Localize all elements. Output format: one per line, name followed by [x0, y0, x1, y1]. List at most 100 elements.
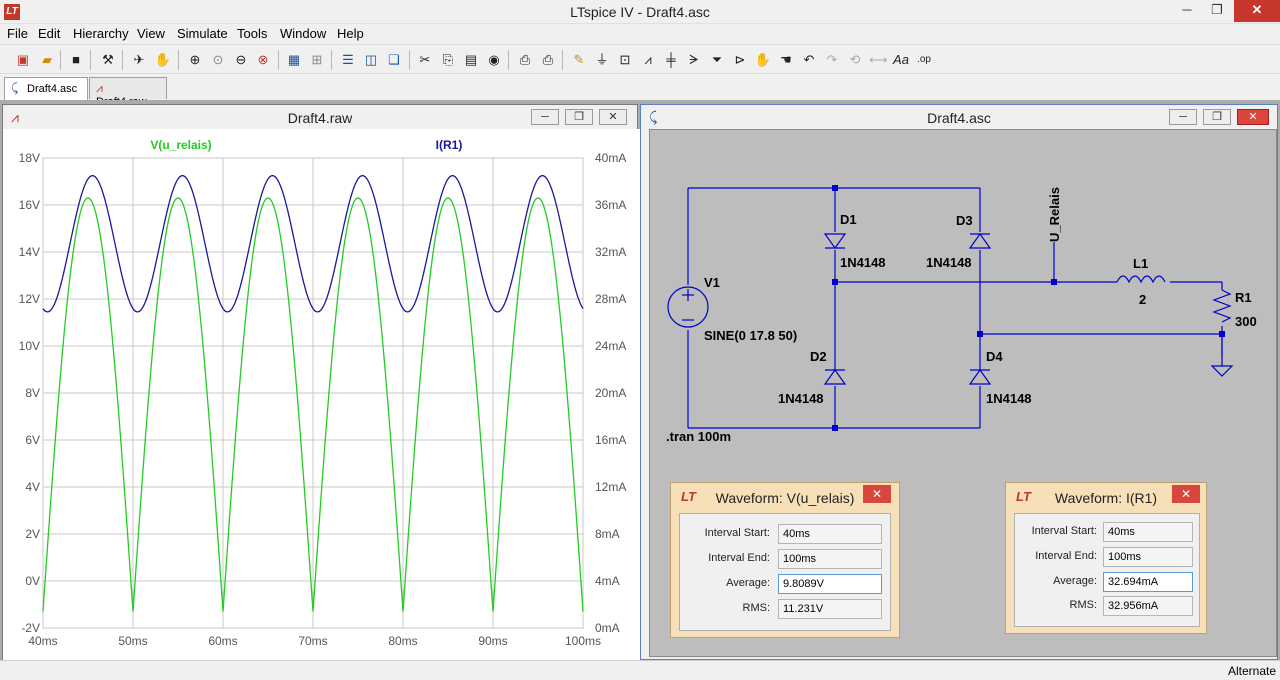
- label-d3-value[interactable]: 1N4148: [926, 255, 972, 270]
- drag-icon[interactable]: ☚: [777, 51, 795, 69]
- trace-label-i-r1[interactable]: I(R1): [436, 138, 463, 152]
- spice-directive-tran[interactable]: .tran 100m: [666, 429, 731, 444]
- paste-icon[interactable]: ▤: [462, 51, 480, 69]
- label-d2-value[interactable]: 1N4148: [778, 391, 824, 406]
- resistor-icon[interactable]: ⩘: [639, 51, 657, 69]
- label-icon[interactable]: ⊡: [616, 51, 634, 69]
- text-icon[interactable]: Aa: [892, 51, 910, 69]
- diode-icon[interactable]: ⏷: [708, 51, 726, 69]
- label-r1-value[interactable]: 300: [1235, 314, 1257, 329]
- zoom-in-icon[interactable]: ⊕: [186, 51, 204, 69]
- grid-icon[interactable]: ⊞: [308, 51, 326, 69]
- toolbar-separator: [278, 50, 279, 70]
- trace-label-v-u-relais[interactable]: V(u_relais): [150, 138, 211, 152]
- child-restore-button[interactable]: ❐: [1203, 109, 1231, 125]
- y-right-tick-label: 36mA: [595, 198, 626, 212]
- waveform-plot[interactable]: 18V 40mA 16V 36mA 14V 32mA 12V 28mA 10V 24mA 8V 20m…: [3, 129, 637, 657]
- inductor-icon[interactable]: ᗒ: [685, 51, 703, 69]
- ground-icon[interactable]: ⏚: [593, 51, 611, 69]
- interval-end-field[interactable]: 100ms: [1103, 547, 1193, 567]
- tile-vertical-icon[interactable]: ◫: [362, 51, 380, 69]
- rms-field[interactable]: 32.956mA: [1103, 596, 1193, 616]
- tile-horizontal-icon[interactable]: ☰: [339, 51, 357, 69]
- label-d3[interactable]: D3: [956, 213, 973, 228]
- y-right-tick-label: 24mA: [595, 339, 626, 353]
- average-label: Average:: [726, 577, 770, 589]
- toolbar-separator: [508, 50, 509, 70]
- label-l1[interactable]: L1: [1133, 256, 1148, 271]
- zoom-out-icon[interactable]: ⊖: [232, 51, 250, 69]
- label-r1[interactable]: R1: [1235, 290, 1252, 305]
- plot-pane[interactable]: 18V 40mA 16V 36mA 14V 32mA 12V 28mA 10V 24mA 8V 20m…: [3, 129, 641, 664]
- label-d4[interactable]: D4: [986, 349, 1003, 364]
- schematic-canvas[interactable]: V1 SINE(0 17.8 50) D1 1N4148 D2 1N4148 D…: [649, 129, 1277, 657]
- average-field[interactable]: 9.8089V: [778, 574, 882, 594]
- rotate-icon[interactable]: ⟲: [846, 51, 864, 69]
- tab-draft4-asc[interactable]: ⤹ Draft4.asc: [4, 77, 88, 100]
- child-minimize-button[interactable]: ─: [531, 109, 559, 125]
- schematic-window-titlebar[interactable]: ⤹ Draft4.asc ─ ❐ ✕: [641, 105, 1277, 129]
- cut-icon[interactable]: ✂: [416, 51, 434, 69]
- menu-view[interactable]: View: [137, 26, 165, 41]
- dialog-titlebar[interactable]: LT Waveform: V(u_relais) ✕: [671, 483, 899, 511]
- rms-row: RMS: 11.231V: [680, 599, 890, 619]
- run-icon[interactable]: ✈: [130, 51, 148, 69]
- label-d2[interactable]: D2: [810, 349, 827, 364]
- child-close-button[interactable]: ✕: [599, 109, 627, 125]
- menu-simulate[interactable]: Simulate: [177, 26, 228, 41]
- y-left-tick-label: 4V: [25, 480, 40, 494]
- capacitor-icon[interactable]: ╪: [662, 51, 680, 69]
- close-button[interactable]: ✕: [1234, 0, 1280, 22]
- spice-directive-icon[interactable]: .op: [915, 51, 933, 69]
- cascade-icon[interactable]: ❏: [385, 51, 403, 69]
- dialog-titlebar[interactable]: LT Waveform: I(R1) ✕: [1006, 483, 1206, 511]
- component-icon[interactable]: ⊳: [731, 51, 749, 69]
- menu-file[interactable]: File: [7, 26, 28, 41]
- save-icon[interactable]: ■: [67, 51, 85, 69]
- mirror-icon[interactable]: ⟷: [869, 51, 888, 69]
- child-close-button[interactable]: ✕: [1237, 109, 1269, 125]
- new-schematic-icon[interactable]: ▣: [14, 51, 32, 69]
- restore-button[interactable]: ❐: [1202, 0, 1232, 22]
- label-v1[interactable]: V1: [704, 275, 720, 290]
- autorange-icon[interactable]: ▦: [285, 51, 303, 69]
- print-icon[interactable]: ⎙: [539, 51, 557, 69]
- halt-icon[interactable]: ✋: [154, 51, 172, 69]
- interval-start-field[interactable]: 40ms: [778, 524, 882, 544]
- label-l1-value[interactable]: 2: [1139, 292, 1146, 307]
- net-label-u-relais[interactable]: U_Relais: [1047, 187, 1062, 242]
- menu-help[interactable]: Help: [337, 26, 364, 41]
- print-setup-icon[interactable]: ⎙: [516, 51, 534, 69]
- y-right-tick-label: 16mA: [595, 433, 626, 447]
- average-field[interactable]: 32.694mA: [1103, 572, 1193, 592]
- child-restore-button[interactable]: ❐: [565, 109, 593, 125]
- menu-hierarchy[interactable]: Hierarchy: [73, 26, 129, 41]
- label-v1-value[interactable]: SINE(0 17.8 50): [704, 328, 797, 343]
- control-panel-icon[interactable]: ⚒: [99, 51, 117, 69]
- menu-edit[interactable]: Edit: [38, 26, 60, 41]
- move-icon[interactable]: ✋: [754, 51, 772, 69]
- menu-tools[interactable]: Tools: [237, 26, 267, 41]
- wire-icon[interactable]: ✎: [570, 51, 588, 69]
- redo-icon[interactable]: ↷: [823, 51, 841, 69]
- rms-field[interactable]: 11.231V: [778, 599, 882, 619]
- minimize-button[interactable]: ─: [1172, 0, 1202, 22]
- waveform-window-titlebar[interactable]: ⩘ Draft4.raw ─ ❐ ✕: [3, 105, 637, 129]
- copy-icon[interactable]: ⎘: [439, 51, 457, 69]
- zoom-fit-icon[interactable]: ⊗: [254, 51, 272, 69]
- pan-icon[interactable]: ⊙: [209, 51, 227, 69]
- interval-end-field[interactable]: 100ms: [778, 549, 882, 569]
- find-icon[interactable]: ◉: [485, 51, 503, 69]
- interval-start-field[interactable]: 40ms: [1103, 522, 1193, 542]
- undo-icon[interactable]: ↶: [800, 51, 818, 69]
- tab-draft4-raw[interactable]: ⩘Draft4.raw: [89, 77, 167, 108]
- y-right-tick-label: 12mA: [595, 480, 626, 494]
- label-d1-value[interactable]: 1N4148: [840, 255, 886, 270]
- dialog-close-button[interactable]: ✕: [1172, 485, 1200, 503]
- label-d4-value[interactable]: 1N4148: [986, 391, 1032, 406]
- label-d1[interactable]: D1: [840, 212, 857, 227]
- dialog-close-button[interactable]: ✕: [863, 485, 891, 503]
- child-minimize-button[interactable]: ─: [1169, 109, 1197, 125]
- menu-window[interactable]: Window: [280, 26, 326, 41]
- open-icon[interactable]: ▰: [38, 51, 56, 69]
